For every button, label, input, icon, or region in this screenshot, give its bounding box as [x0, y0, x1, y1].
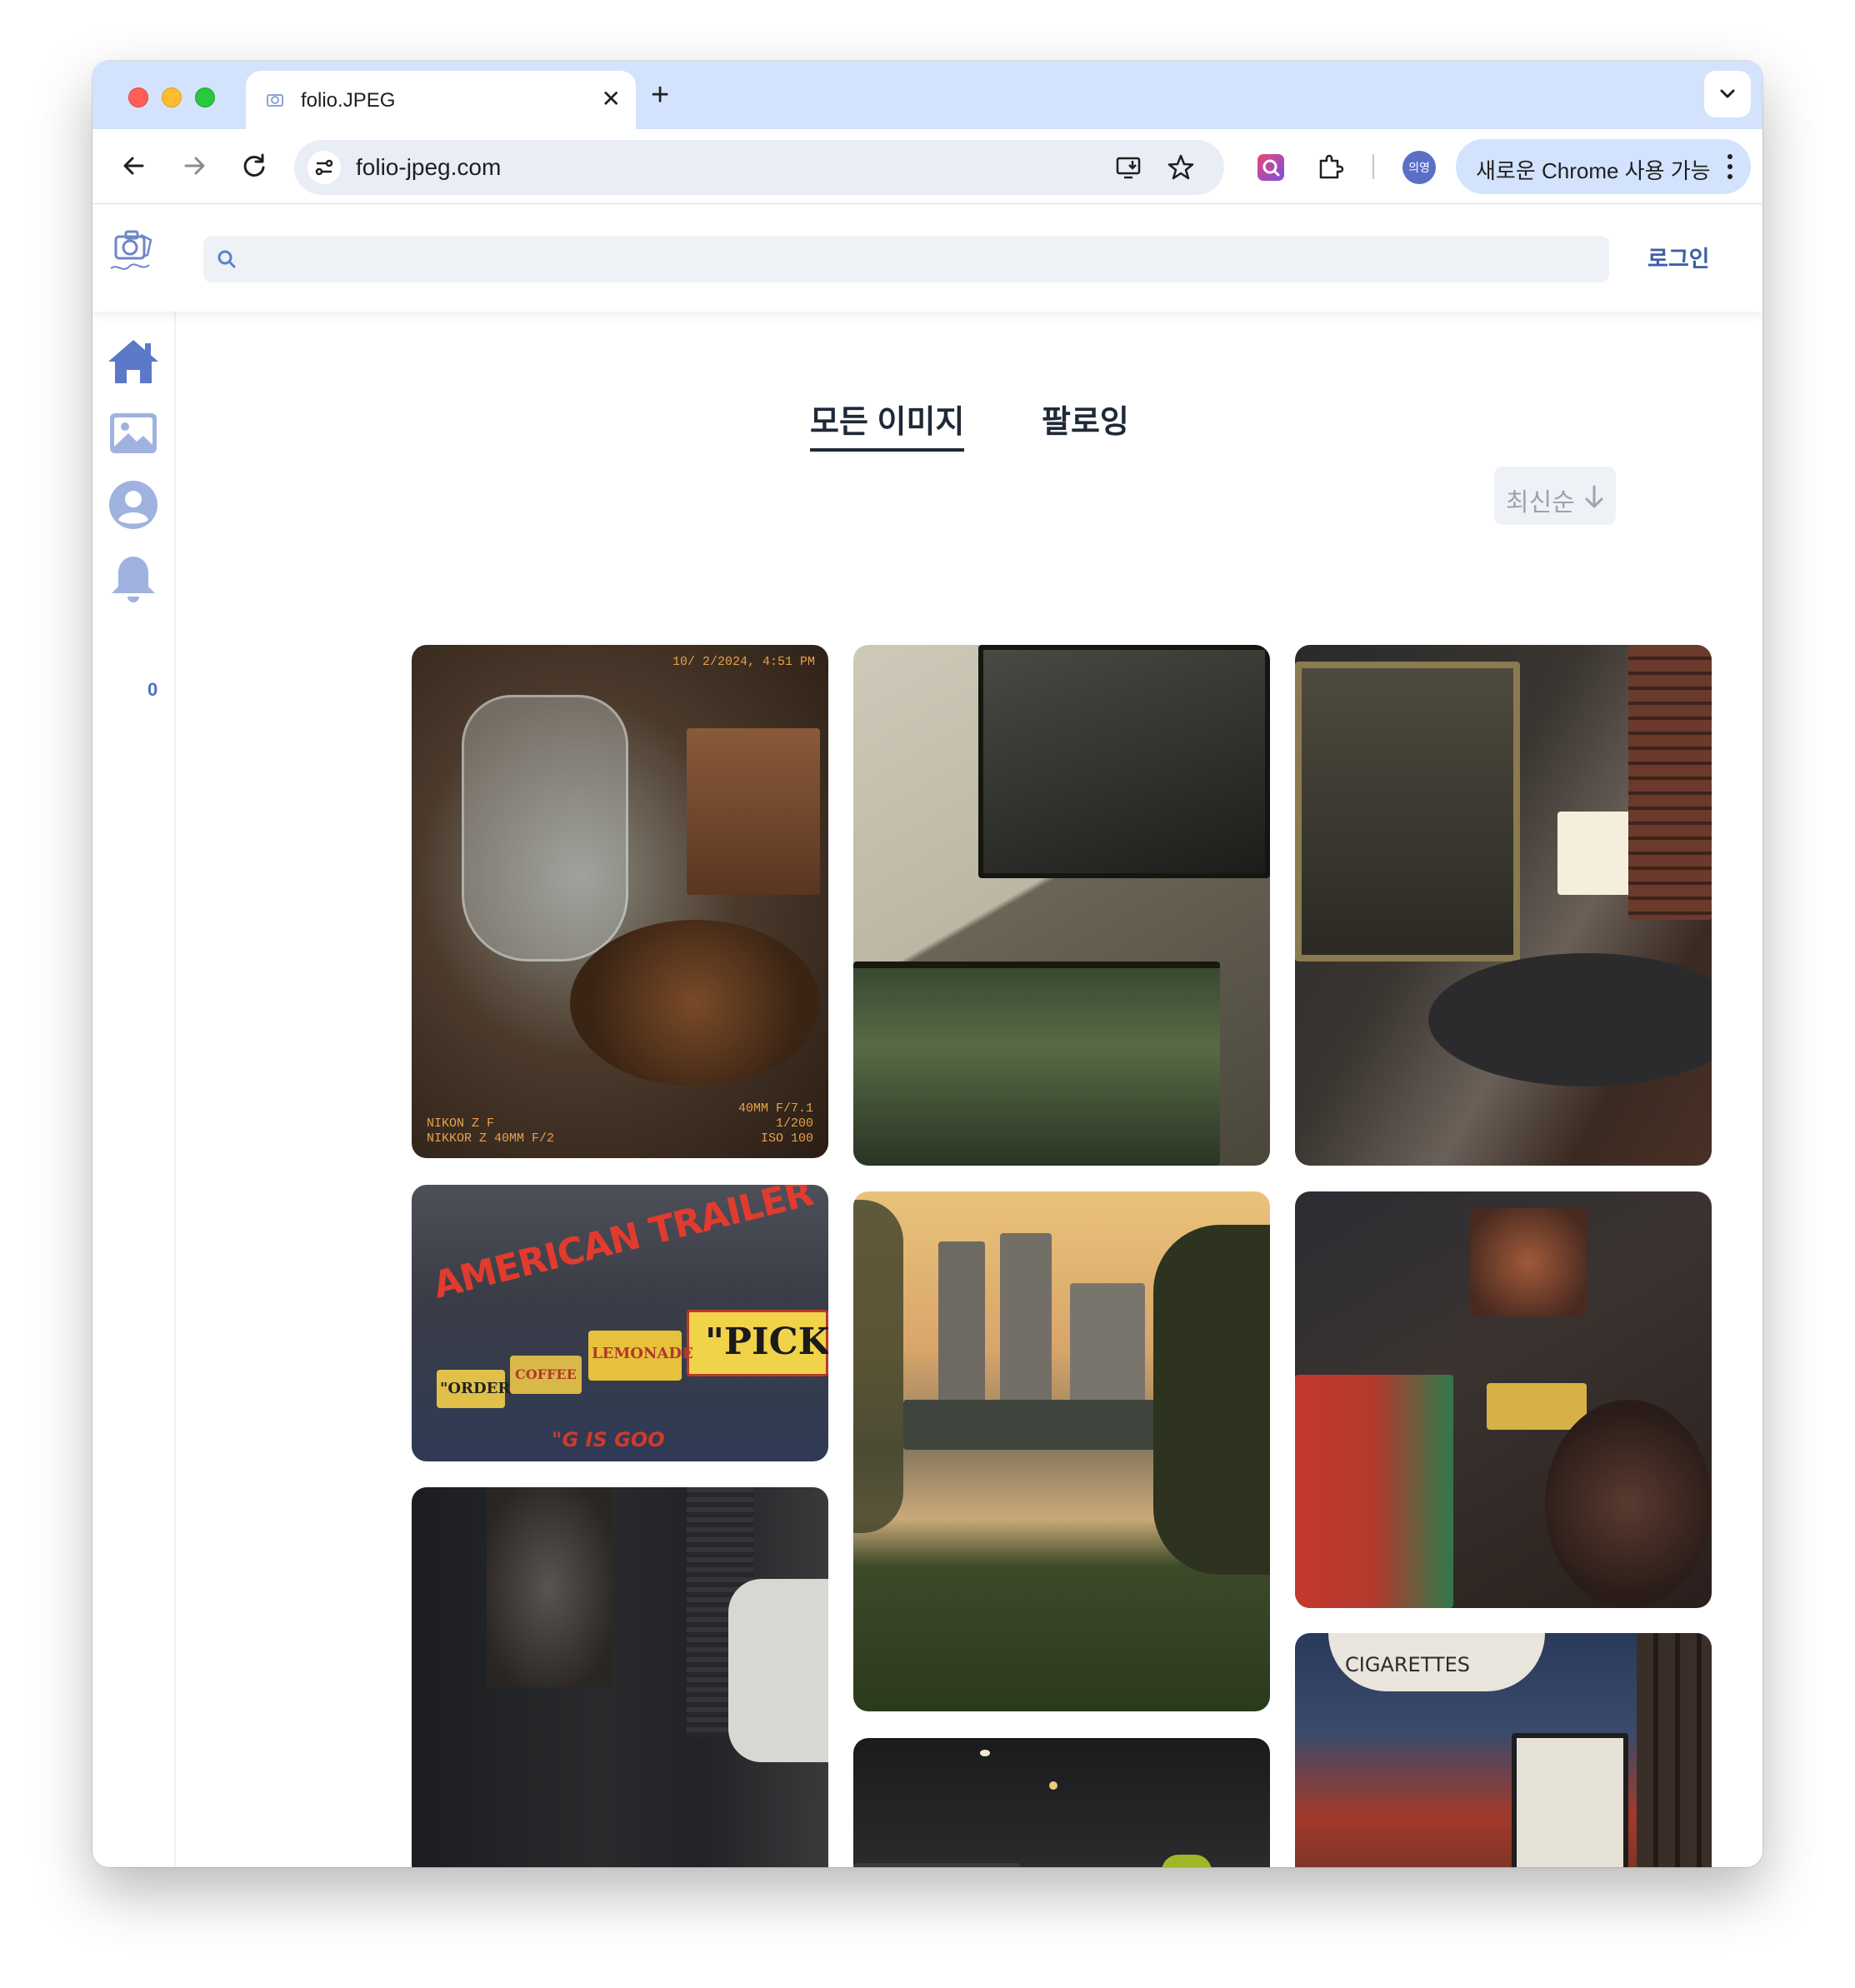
brick-wall	[1628, 645, 1712, 920]
notification-badge: 0	[148, 679, 158, 700]
tab-all-images[interactable]: 모든 이미지	[810, 396, 965, 452]
chevron-down-icon	[1720, 89, 1735, 98]
close-tab-icon[interactable]: ✕	[602, 87, 621, 111]
close-window-button[interactable]	[128, 87, 148, 107]
lens-extension-icon[interactable]	[1254, 151, 1288, 184]
sort-button[interactable]: 최신순	[1494, 467, 1616, 525]
favicon-icon	[267, 94, 283, 107]
blur-figure	[1545, 1400, 1712, 1608]
search-icon	[218, 250, 236, 268]
toolbar-divider	[1372, 154, 1374, 179]
main-content: 모든 이미지 팔로잉 최신순 10/ 2/2024, 4:51 PM NIKON…	[178, 312, 1762, 1867]
glasses-row	[570, 920, 820, 1086]
round-table	[1428, 953, 1712, 1086]
new-tab-button[interactable]: +	[651, 79, 669, 111]
shelf	[853, 1863, 1020, 1867]
photo-alley[interactable]	[412, 1487, 828, 1867]
profile-icon[interactable]	[107, 478, 160, 532]
photo-date-stamp: 10/ 2/2024, 4:51 PM	[672, 655, 815, 669]
site-info-icon[interactable]	[308, 151, 341, 184]
bookmark-star-icon[interactable]	[1166, 152, 1196, 182]
update-label: 새로운 Chrome 사용 가능	[1476, 158, 1711, 183]
profile-avatar[interactable]: 의영	[1402, 151, 1436, 184]
people-silhouette	[487, 1487, 612, 1687]
green-sign	[1295, 1375, 1453, 1608]
tree-right	[1153, 1225, 1270, 1575]
tree-left	[853, 1200, 903, 1533]
reload-icon[interactable]	[236, 147, 272, 184]
green-object	[1162, 1855, 1212, 1867]
coffee-text: COFFEE	[515, 1366, 577, 1382]
order-text: "ORDER	[440, 1380, 511, 1397]
tab-following[interactable]: 팔로잉	[1042, 396, 1129, 442]
photo-exposure-info: 40MM F/7.1 1/200 ISO 100	[738, 1101, 813, 1146]
photo-pitcher[interactable]: 10/ 2/2024, 4:51 PM NIKON Z F NIKKOR Z 4…	[412, 645, 828, 1158]
side-nav: 0	[92, 312, 176, 1867]
bell-icon[interactable]	[107, 553, 160, 607]
photo-han-river-sunset[interactable]	[853, 1191, 1270, 1711]
gallery-icon[interactable]	[107, 407, 160, 460]
tote-bag	[728, 1579, 828, 1762]
cig-sign-text: CIGARETTES	[1345, 1653, 1470, 1676]
pick-text: "PICK	[705, 1321, 828, 1363]
arrow-down-icon	[1585, 485, 1603, 508]
grandma-sign	[1487, 1383, 1587, 1430]
photo-camera-info: NIKON Z F NIKKOR Z 40MM F/2	[427, 1116, 555, 1146]
lemonade-text: LEMONADE	[592, 1345, 693, 1362]
photo-ceiling-lights[interactable]	[853, 1738, 1270, 1867]
browser-window: folio.JPEG ✕ + folio-jpeg.com 의영 새로운 Chr…	[92, 61, 1762, 1867]
photo-trailer-sign[interactable]: AMERICAN TRAILER "PICK LEMONADE COFFEE "…	[412, 1185, 828, 1461]
bw-frame	[978, 645, 1270, 878]
ceiling-light-2	[1049, 1781, 1058, 1790]
tab-title: folio.JPEG	[301, 89, 396, 112]
landscape-frame	[853, 962, 1220, 1166]
folio-logo-icon[interactable]	[108, 227, 158, 278]
kebab-menu-icon	[1728, 154, 1732, 179]
minimize-window-button[interactable]	[162, 87, 182, 107]
poster-cup	[1470, 1208, 1587, 1316]
extensions-puzzle-icon[interactable]	[1314, 151, 1348, 184]
address-bar[interactable]: folio-jpeg.com	[294, 140, 1224, 195]
bridge	[903, 1400, 1170, 1450]
hanging-plaque	[1512, 1733, 1628, 1867]
trailer-sign-text: AMERICAN TRAILER	[428, 1185, 818, 1307]
pitcher-shape	[462, 695, 628, 962]
photo-dark-shop[interactable]	[1295, 1191, 1712, 1608]
shelf-right	[1637, 1633, 1712, 1867]
tab-search-button[interactable]	[1704, 71, 1751, 117]
tower-mid	[1000, 1233, 1052, 1425]
photo-wall-frames[interactable]	[853, 645, 1270, 1166]
chair-back	[687, 728, 820, 895]
forward-icon[interactable]	[176, 147, 212, 184]
photo-cigarettes-sign[interactable]: CIGARETTES	[1295, 1633, 1712, 1867]
photo-lamp-painting[interactable]	[1295, 645, 1712, 1166]
tab-strip: folio.JPEG ✕ +	[92, 61, 1762, 129]
home-icon[interactable]	[107, 335, 160, 388]
login-link[interactable]: 로그인	[1648, 241, 1710, 273]
search-bar[interactable]	[203, 236, 1609, 282]
install-app-icon[interactable]	[1114, 152, 1144, 182]
painting-frame	[1295, 662, 1520, 962]
sort-label: 최신순	[1506, 489, 1575, 517]
url-text: folio-jpeg.com	[356, 154, 502, 180]
search-input[interactable]	[247, 236, 1580, 282]
tab-folio[interactable]: folio.JPEG ✕	[246, 71, 636, 129]
good-text: "G IS GOO	[552, 1428, 665, 1451]
tower-left	[938, 1241, 985, 1408]
chrome-update-button[interactable]: 새로운 Chrome 사용 가능	[1456, 139, 1751, 194]
site-header: 로그인	[92, 205, 1762, 312]
maximize-window-button[interactable]	[195, 87, 215, 107]
ceiling-light-1	[980, 1750, 990, 1756]
browser-toolbar: folio-jpeg.com 의영 새로운 Chrome 사용 가능	[92, 129, 1762, 204]
back-icon[interactable]	[116, 147, 152, 184]
